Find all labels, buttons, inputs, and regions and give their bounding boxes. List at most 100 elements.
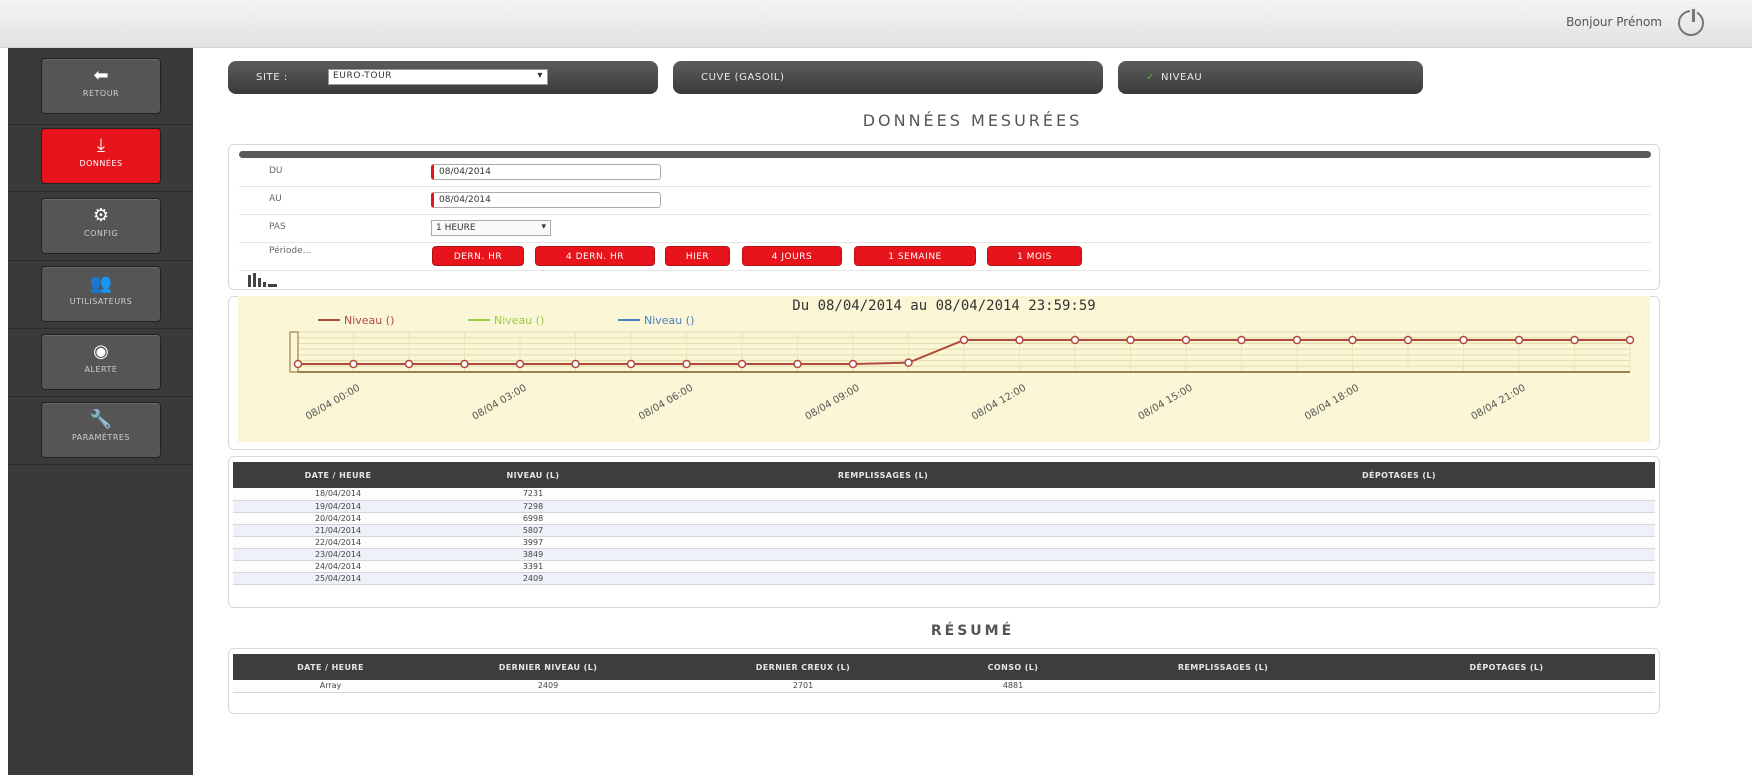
series-point	[737, 359, 747, 369]
pas-row: PAS 1 HEURE	[239, 215, 1651, 243]
greeting-text: Bonjour Prénom	[1566, 15, 1662, 29]
table-cell: 20/04/2014	[233, 512, 443, 525]
series-point	[626, 359, 636, 369]
x-tick-label: 08/04 21:00	[1470, 383, 1528, 423]
table-cell	[1143, 572, 1655, 585]
period-hier-button[interactable]: HIER	[665, 246, 730, 266]
table-cell: 2409	[428, 680, 668, 693]
series-point	[349, 359, 358, 369]
table-cell	[1143, 512, 1655, 525]
period-dern-hr-button[interactable]: DERN. HR	[432, 246, 524, 266]
table-cell: 21/04/2014	[233, 524, 443, 537]
gear-icon: ⚙	[92, 205, 110, 226]
x-tick-label: 08/04 12:00	[970, 383, 1028, 423]
series-point	[1570, 335, 1579, 345]
table-cell	[1358, 680, 1655, 693]
x-tick-label: 08/04 18:00	[1303, 383, 1361, 423]
table-cell: 25/04/2014	[233, 572, 443, 585]
x-tick-label: 08/04 09:00	[804, 383, 862, 423]
period-4-dern-hr-button[interactable]: 4 DERN. HR	[535, 246, 655, 266]
col-depotages[interactable]: Dépotages (L)	[1143, 462, 1655, 488]
table-row: 24/04/2014 3391	[233, 560, 1655, 573]
table-cell: 7298	[443, 500, 623, 513]
table-cell	[623, 548, 1143, 561]
series-point	[1015, 335, 1024, 345]
series-point	[959, 335, 969, 345]
series-point	[1514, 335, 1524, 345]
sidebar-item-parametres[interactable]: 🔧 Paramètres	[41, 402, 161, 458]
col-date-heure[interactable]: Date / Heure	[233, 462, 443, 488]
table-row: 20/04/2014 6998	[233, 512, 1655, 525]
period-1-semaine-button[interactable]: 1 SEMAINE	[854, 246, 976, 266]
bar-chart-icon[interactable]	[247, 271, 279, 287]
table-cell: 3849	[443, 548, 623, 561]
col-niveau[interactable]: Niveau (L)	[443, 462, 623, 488]
sidebar-item-alerte[interactable]: ◉ Alerte	[41, 334, 161, 390]
period-1-mois-button[interactable]: 1 MOIS	[987, 246, 1082, 266]
legend-label: Niveau ()	[644, 314, 694, 327]
table-cell	[623, 560, 1143, 573]
series-point	[293, 359, 303, 369]
table-cell: 6998	[443, 512, 623, 525]
users-icon: 👥	[89, 273, 113, 294]
series-point	[1181, 335, 1191, 345]
x-tick-label: 08/04 00:00	[304, 383, 362, 423]
table-row: 18/04/2014 7231	[233, 488, 1655, 501]
table-cell	[1143, 500, 1655, 513]
pas-select[interactable]: 1 HEURE	[431, 220, 551, 236]
period-4-jours-button[interactable]: 4 JOURS	[742, 246, 842, 266]
wrench-icon: 🔧	[89, 409, 113, 430]
table-row: 21/04/2014 5807	[233, 524, 1655, 537]
series-point	[848, 359, 858, 369]
table-row: 25/04/2014 2409	[233, 572, 1655, 585]
series-point	[1348, 335, 1357, 345]
niveau-tab[interactable]: ✓ NIVEAU	[1118, 61, 1423, 94]
col-remplissages[interactable]: Remplissages (L)	[623, 462, 1143, 488]
table-cell: 18/04/2014	[233, 488, 443, 501]
site-selector-bar: SITE : EURO-TOUR	[228, 61, 658, 94]
sidebar-item-retour[interactable]: ⬅ Retour	[41, 58, 161, 114]
table-cell: 2409	[443, 572, 623, 585]
table-cell: 19/04/2014	[233, 500, 443, 513]
au-row: AU 08/04/2014	[239, 187, 1651, 215]
table-cell: 7231	[443, 488, 623, 501]
cuve-tab[interactable]: CUVE (GASOIL)	[673, 61, 1103, 94]
series-point	[515, 359, 525, 369]
table-cell	[1143, 524, 1655, 537]
alert-signal-icon: ◉	[93, 341, 109, 362]
table-cell	[1143, 536, 1655, 549]
table-cell	[1143, 488, 1655, 501]
du-date-input[interactable]: 08/04/2014	[431, 164, 661, 180]
chart-title: Du 08/04/2014 au 08/04/2014 23:59:59	[792, 298, 1095, 314]
series-point	[793, 359, 802, 369]
page-title: DONNÉES MESURÉES	[862, 111, 1083, 130]
series-point	[1126, 335, 1135, 345]
main-content: SITE : EURO-TOUR CUVE (GASOIL) ✓NIVEAU D…	[193, 48, 1752, 775]
filter-card: DU 08/04/2014 AU 08/04/2014 PAS 1 HEURE …	[228, 144, 1660, 290]
table-cell	[623, 524, 1143, 537]
x-tick-label: 08/04 03:00	[471, 383, 529, 423]
sidebar-item-config[interactable]: ⚙ Config	[41, 198, 161, 254]
table-cell: 3391	[443, 560, 623, 573]
table-cell	[1143, 560, 1655, 573]
series-point	[904, 358, 913, 367]
sidebar-item-donnees[interactable]: ⤓ Données	[41, 128, 161, 184]
series-point	[1237, 335, 1246, 345]
back-arrow-icon: ⬅	[93, 65, 109, 86]
series-point	[1403, 335, 1413, 345]
site-label: SITE :	[256, 72, 288, 83]
table-cell: 24/04/2014	[233, 560, 443, 573]
au-date-input[interactable]: 08/04/2014	[431, 192, 661, 208]
table-cell: 4881	[938, 680, 1088, 693]
resume-table: Date / Heure Dernier Niveau (L) Dernier …	[233, 654, 1655, 693]
table-row: 19/04/2014 7298	[233, 500, 1655, 513]
series-point	[1292, 335, 1302, 345]
table-cell: 2701	[668, 680, 938, 693]
table-cell: 22/04/2014	[233, 536, 443, 549]
table-row: 22/04/2014 3997	[233, 536, 1655, 549]
power-icon[interactable]	[1678, 7, 1704, 36]
data-table: Date / Heure Niveau (L) Remplissages (L)…	[233, 462, 1655, 585]
site-select[interactable]: EURO-TOUR	[328, 69, 548, 85]
x-tick-label: 08/04 06:00	[637, 383, 695, 423]
sidebar-item-utilisateurs[interactable]: 👥 Utilisateurs	[41, 266, 161, 322]
